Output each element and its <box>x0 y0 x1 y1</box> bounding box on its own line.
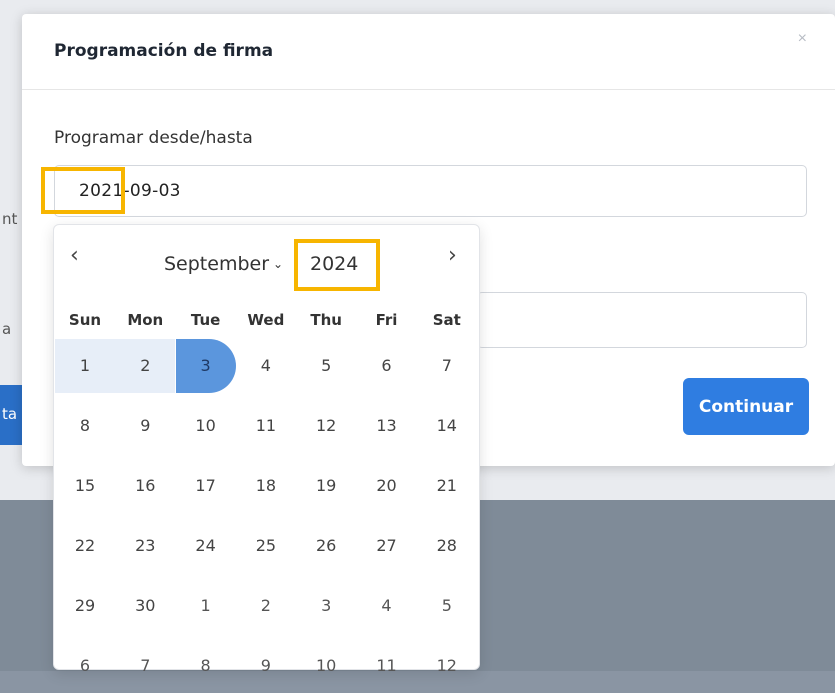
continue-button[interactable]: Continuar <box>683 378 809 435</box>
weekday-5: Fri <box>375 311 398 329</box>
day-cell[interactable]: 20 <box>357 459 417 513</box>
day-cell[interactable]: 25 <box>236 519 296 573</box>
day-cell[interactable]: 6 <box>357 339 417 393</box>
day-cell[interactable]: 6 <box>55 639 115 693</box>
day-cell[interactable]: 7 <box>115 639 175 693</box>
weekday-header: Sun Mon Tue Wed Thu Fri Sat <box>54 311 479 331</box>
day-cell[interactable]: 9 <box>236 639 296 693</box>
day-cell[interactable]: 27 <box>357 519 417 573</box>
year-input[interactable]: 2024 <box>310 253 358 275</box>
weekday-3: Wed <box>247 311 285 329</box>
day-cell[interactable]: 11 <box>357 639 417 693</box>
day-cell[interactable]: 7 <box>417 339 477 393</box>
close-icon[interactable]: × <box>798 30 807 48</box>
day-cell[interactable]: 9 <box>115 399 175 453</box>
prev-month-icon[interactable]: ‹ <box>70 245 79 267</box>
month-label: September <box>164 253 270 275</box>
day-cell[interactable]: 8 <box>176 639 236 693</box>
date-picker-calendar: ‹ September ⌄ 2024 › Sun Mon Tue Wed Thu Fri Sa… <box>53 224 480 675</box>
day-cell[interactable]: 24 <box>176 519 236 573</box>
day-cell[interactable]: 12 <box>417 639 477 693</box>
background-fragment-1: nt <box>2 210 18 228</box>
weekday-1: Mon <box>127 311 164 329</box>
modal-title: Programación de firma <box>54 41 274 61</box>
day-cell[interactable]: 11 <box>236 399 296 453</box>
day-cell[interactable]: 2 <box>236 579 296 633</box>
day-cell[interactable]: 30 <box>115 579 175 633</box>
weekday-0: Sun <box>68 311 102 329</box>
day-cell[interactable]: 26 <box>296 519 356 573</box>
day-cell[interactable]: 23 <box>115 519 175 573</box>
secondary-input[interactable] <box>477 292 807 348</box>
day-cell[interactable]: 8 <box>55 399 115 453</box>
background-fragment-3: ta <box>2 405 18 423</box>
chevron-down-icon: ⌄ <box>273 257 284 271</box>
day-cell[interactable]: 5 <box>417 579 477 633</box>
day-cell[interactable]: 5 <box>296 339 356 393</box>
day-cell[interactable]: 14 <box>417 399 477 453</box>
day-cell[interactable]: 12 <box>296 399 356 453</box>
date-range-input[interactable]: 2021-09-03 <box>54 165 807 217</box>
modal-header: Programación de firma × <box>22 14 835 90</box>
date-input-value: 2021-09-03 <box>79 181 181 201</box>
schedule-field-label: Programar desde/hasta <box>54 128 253 148</box>
day-cell[interactable]: 15 <box>55 459 115 513</box>
month-select[interactable]: September ⌄ <box>164 253 283 275</box>
day-cell[interactable]: 22 <box>55 519 115 573</box>
weekday-6: Sat <box>432 311 461 329</box>
day-cell[interactable]: 10 <box>296 639 356 693</box>
day-cell-selected[interactable]: 3 <box>175 339 236 393</box>
day-cell[interactable]: 21 <box>417 459 477 513</box>
day-cell[interactable]: 2 <box>115 339 176 393</box>
day-cell[interactable]: 10 <box>176 399 236 453</box>
day-cell[interactable]: 19 <box>296 459 356 513</box>
day-cell[interactable]: 1 <box>176 579 236 633</box>
day-cell[interactable]: 1 <box>55 339 115 393</box>
background-fragment-2: a <box>2 320 12 338</box>
background-button: ta <box>0 385 22 445</box>
day-cell[interactable]: 3 <box>296 579 356 633</box>
day-cell[interactable]: 17 <box>176 459 236 513</box>
day-cell[interactable]: 13 <box>357 399 417 453</box>
day-cell[interactable]: 18 <box>236 459 296 513</box>
day-cell[interactable]: 4 <box>236 339 296 393</box>
next-month-icon[interactable]: › <box>448 245 457 267</box>
day-cell[interactable]: 16 <box>115 459 175 513</box>
day-cell[interactable]: 4 <box>357 579 417 633</box>
day-cell[interactable]: 29 <box>55 579 115 633</box>
weekday-4: Thu <box>310 311 342 329</box>
day-cell[interactable]: 28 <box>417 519 477 573</box>
weekday-2: Tue <box>190 311 221 329</box>
